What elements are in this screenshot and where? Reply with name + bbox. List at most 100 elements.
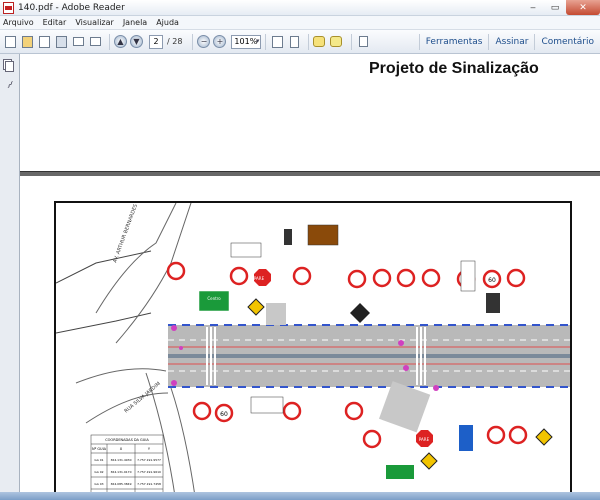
toolbar-panels: Ferramentas Assinar Comentário: [418, 30, 600, 54]
parking-sign: [460, 260, 476, 292]
toolbar-separator: [109, 33, 110, 50]
table-cell: GA 01: [94, 458, 103, 462]
table-cell: GA 03: [94, 482, 103, 486]
toolbar-separator: [351, 33, 353, 50]
menu-janela[interactable]: Janela: [123, 18, 147, 27]
expand-button[interactable]: [356, 34, 371, 49]
directional-sign-green-bottom: [386, 465, 414, 479]
expand-icon: [359, 36, 369, 47]
document-view[interactable]: Projeto de Sinalização AV. ARTHUR BERNAR…: [20, 54, 600, 500]
close-button[interactable]: ✕: [566, 0, 600, 15]
table-header: Nº GUIA: [92, 447, 107, 451]
road-edge: [170, 387, 196, 499]
zoom-out-button[interactable]: −: [197, 35, 211, 48]
tools-link[interactable]: Ferramentas: [418, 34, 489, 50]
table-cell: GA 02: [94, 470, 103, 474]
regulatory-signs-bottom: [192, 396, 553, 479]
arrow-up-icon: ▲: [117, 37, 124, 46]
directional-sign-text: Centro: [207, 296, 221, 301]
road-edge: [56, 312, 152, 334]
pages-icon: [5, 61, 14, 72]
arrow-down-icon: ▼: [133, 37, 140, 46]
signage-drawing: AV. ARTHUR BERNARDES RUA SILVA JARDIM PA…: [54, 201, 572, 500]
folder-icon: [22, 35, 33, 48]
directional-sign-white: [230, 242, 262, 258]
sign-link[interactable]: Assinar: [488, 34, 534, 50]
comment-icon: [313, 36, 326, 47]
save-button[interactable]: [54, 34, 69, 49]
pdf-page-2: AV. ARTHUR BERNARDES RUA SILVA JARDIM PA…: [20, 176, 600, 500]
envelope-icon: [90, 37, 101, 46]
previous-page-button[interactable]: ▲: [114, 35, 127, 48]
cross-street: [378, 381, 431, 433]
navigation-pane: ⌇: [0, 54, 20, 500]
maximize-button[interactable]: ▭: [544, 0, 566, 15]
directional-sign-white-bottom: [250, 396, 284, 414]
median: [168, 354, 570, 358]
title-bar: 140.pdf - Adobe Reader ‒ ▭ ✕: [0, 0, 600, 16]
document-edit-icon: [39, 35, 50, 48]
zoom-select[interactable]: 101%: [231, 34, 262, 49]
fit-page-button[interactable]: [270, 34, 285, 49]
minimize-button[interactable]: ‒: [522, 0, 544, 15]
road-edge: [56, 250, 152, 284]
menu-ajuda[interactable]: Ajuda: [156, 18, 179, 27]
open-button[interactable]: [20, 34, 35, 49]
create-pdf-icon: [5, 35, 16, 48]
menu-bar: Arquivo Editar Visualizar Janela Ajuda: [0, 16, 600, 30]
printer-icon: [73, 37, 84, 46]
print-button[interactable]: [71, 34, 86, 49]
toolbar-separator: [192, 33, 194, 50]
fit-page-icon: [272, 35, 284, 48]
toolbar-separator: [265, 33, 267, 50]
zoom-in-button[interactable]: +: [213, 35, 227, 48]
bus-sign: [486, 293, 500, 313]
toolbar-separator: [308, 33, 310, 50]
coordinates-table: [90, 434, 164, 499]
pages-panel-button[interactable]: [4, 60, 16, 73]
info-sign-blue: [459, 425, 473, 451]
window-title: 140.pdf - Adobe Reader: [18, 2, 125, 13]
page-total: / 28: [167, 37, 183, 46]
save-icon: [56, 35, 67, 48]
road-edge: [75, 368, 167, 384]
window-controls: ‒ ▭ ✕: [522, 0, 600, 16]
fit-width-icon: [290, 35, 300, 48]
comment-link[interactable]: Comentário: [534, 34, 600, 50]
speed-limit-label: 60: [488, 277, 496, 284]
edit-button[interactable]: [37, 34, 52, 49]
menu-editar[interactable]: Editar: [43, 18, 67, 27]
pdf-page-1: Projeto de Sinalização: [20, 54, 600, 172]
directional-sign-green: [198, 290, 230, 312]
highlight-button[interactable]: [330, 34, 345, 49]
signage-plan-svg: AV. ARTHUR BERNARDES RUA SILVA JARDIM PA…: [56, 203, 570, 499]
cross-street: [266, 303, 286, 325]
page-number-input[interactable]: 2: [149, 34, 163, 49]
table-cell: 364.131.9170: [111, 470, 132, 474]
stop-sign-label: PARE: [254, 276, 265, 281]
tourist-sign-brown: [307, 224, 339, 246]
info-sign: [284, 229, 292, 245]
menu-visualizar[interactable]: Visualizar: [75, 18, 114, 27]
road-edge: [95, 203, 177, 314]
fit-width-button[interactable]: [287, 34, 302, 49]
taskbar: [0, 492, 600, 500]
speed-limit-label: 60: [220, 411, 228, 418]
stop-sign-label: PARE: [419, 437, 430, 442]
table-cell: 7.757.191.7458: [137, 482, 161, 486]
next-page-button[interactable]: ▼: [130, 35, 143, 48]
toolbar: ▲ ▼ 2 / 28 − + 101% Ferramentas Assinar …: [0, 30, 600, 54]
paperclip-icon: ⌇: [4, 79, 15, 92]
table-cell: 364.131.4930: [111, 458, 132, 462]
menu-arquivo[interactable]: Arquivo: [3, 18, 34, 27]
table-cell: 7.757.191.9577: [137, 458, 161, 462]
page-title: Projeto de Sinalização: [369, 60, 539, 77]
create-pdf-button[interactable]: [3, 34, 18, 49]
adobe-reader-icon: [3, 1, 14, 14]
email-button[interactable]: [88, 34, 103, 49]
table-title: COORDENADAS DA GUIA: [105, 438, 149, 442]
street-label: RUA SILVA JARDIM: [123, 381, 161, 415]
table-cell: 364.085.3849: [111, 482, 132, 486]
comment-button[interactable]: [313, 34, 328, 49]
attachments-panel-button[interactable]: ⌇: [4, 79, 16, 92]
